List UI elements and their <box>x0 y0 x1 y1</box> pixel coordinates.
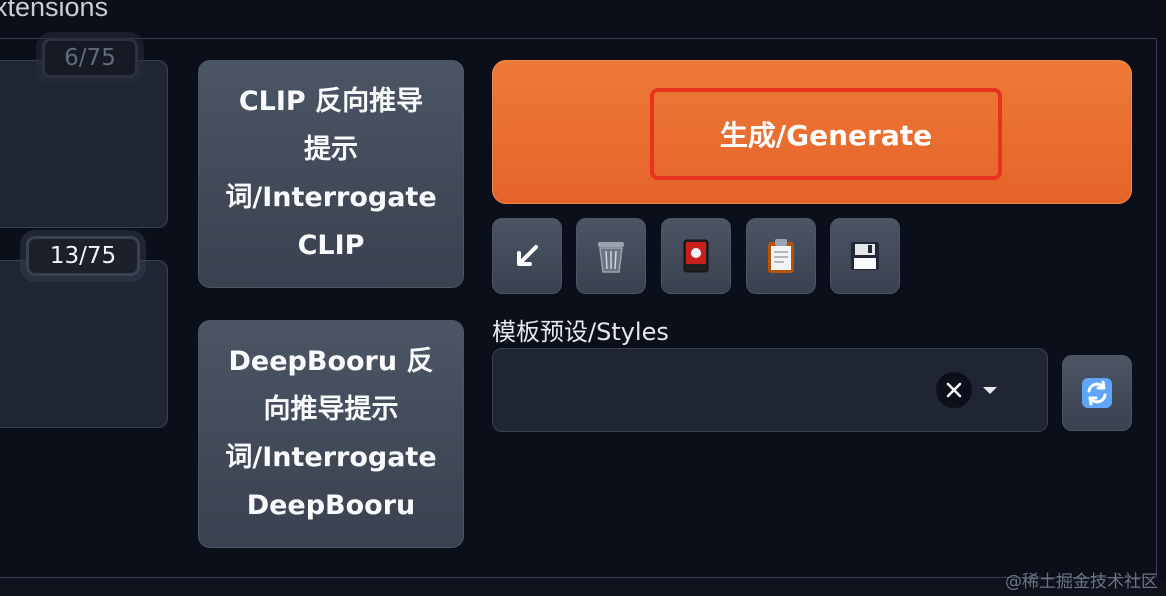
interrogate-clip-line-1: CLIP 反向推导 <box>238 86 424 117</box>
clipboard-icon <box>768 239 794 273</box>
negative-prompt-input[interactable] <box>0 260 168 428</box>
trash-icon <box>598 242 624 273</box>
interrogate-clip-line-4: CLIP <box>297 230 365 261</box>
interrogate-deepbooru-button[interactable]: DeepBooru 反 向推导提示 词/Interrogate DeepBoor… <box>198 320 464 548</box>
clear-styles-button[interactable] <box>934 370 974 410</box>
red-card-icon <box>683 239 709 273</box>
refresh-styles-button[interactable] <box>1062 355 1132 431</box>
interrogate-deepbooru-line-3: 词/Interrogate <box>225 442 437 473</box>
watermark: @稀土掘金技术社区 <box>1005 572 1158 592</box>
interrogate-deepbooru-line-4: DeepBooru <box>246 490 416 521</box>
clear-prompt-button[interactable] <box>576 218 646 294</box>
generate-label: 生成/Generate <box>719 119 933 152</box>
read-params-button[interactable] <box>492 218 562 294</box>
interrogate-clip-button[interactable]: CLIP 反向推导 提示 词/Interrogate CLIP <box>198 60 464 288</box>
apply-style-button[interactable] <box>746 218 816 294</box>
interrogate-deepbooru-line-1: DeepBooru 反 <box>228 346 434 377</box>
bottom-strip <box>0 578 1166 596</box>
save-icon <box>851 242 879 270</box>
styles-label: 模板预设/Styles <box>492 318 669 346</box>
extensions-tab[interactable]: xtensions <box>0 0 108 23</box>
arrow-down-left-icon <box>517 245 538 266</box>
interrogate-clip-line-3: 词/Interrogate <box>225 182 437 213</box>
interrogate-deepbooru-line-2: 向推导提示 <box>263 394 399 425</box>
positive-token-counter: 6/75 <box>42 38 138 78</box>
show-extra-networks-button[interactable] <box>661 218 731 294</box>
refresh-icon <box>1082 378 1112 408</box>
chevron-down-icon[interactable] <box>983 387 997 394</box>
generate-highlight-box[interactable]: 生成/Generate <box>650 88 1002 180</box>
interrogate-clip-line-2: 提示 <box>303 134 358 165</box>
save-style-button[interactable] <box>830 218 900 294</box>
negative-token-counter: 13/75 <box>26 236 140 276</box>
positive-prompt-input[interactable] <box>0 60 168 228</box>
close-icon <box>946 382 962 398</box>
